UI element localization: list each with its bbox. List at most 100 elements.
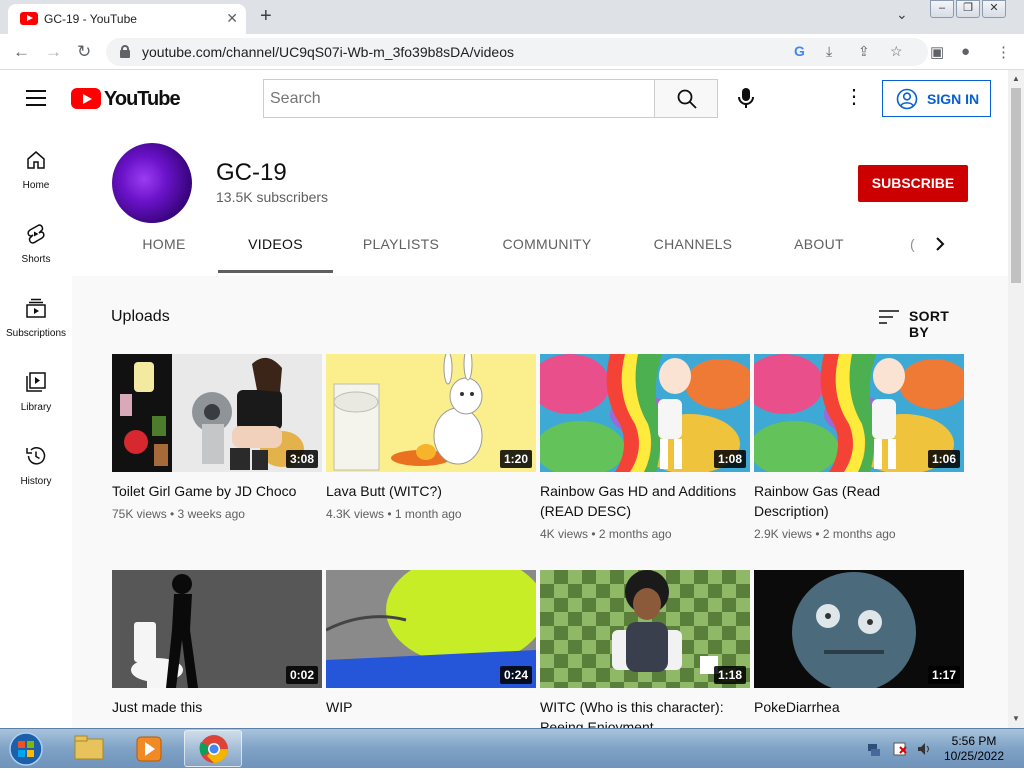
guide-sidebar: Home Shorts Subscriptions Library Histor… [0, 126, 72, 728]
install-app-icon[interactable]: ⤓ [826, 43, 832, 60]
side-panel-icon[interactable]: ▣ [930, 43, 944, 61]
subscriptions-icon [26, 298, 46, 318]
video-title[interactable]: WIP [326, 697, 526, 717]
library-icon [26, 372, 46, 392]
reload-icon[interactable]: ↻ [77, 42, 91, 62]
channel-avatar[interactable] [112, 143, 192, 223]
tab-search-partial[interactable]: ( [910, 220, 918, 268]
video-thumbnail[interactable]: 1:18 [540, 570, 750, 688]
video-thumbnail[interactable]: 1:17 [754, 570, 964, 688]
restore-button[interactable]: ❐ [956, 0, 980, 18]
taskbar-media-player[interactable] [120, 730, 178, 767]
page-scrollbar[interactable]: ▲ ▼ [1008, 70, 1024, 728]
masthead: YouTube ⋮ SIGN IN [0, 70, 1008, 126]
volume-icon[interactable] [916, 741, 932, 757]
start-button[interactable] [6, 731, 46, 767]
video-duration: 0:02 [285, 666, 318, 684]
address-bar[interactable]: youtube.com/channel/UC9qS07i-Wb-m_3fo39b… [106, 38, 928, 66]
minimize-button[interactable]: – [930, 0, 954, 18]
video-metadata: 75K views • 3 weeks ago [112, 507, 245, 521]
google-lens-icon[interactable]: G [794, 43, 805, 59]
lock-icon[interactable] [120, 45, 130, 58]
logo-text: YouTube [104, 88, 181, 110]
video-title[interactable]: PokeDiarrhea [754, 697, 954, 717]
video-item[interactable]: 1:08 Rainbow Gas HD and Additions (READ … [540, 354, 750, 541]
profile-icon[interactable]: ● [961, 43, 970, 60]
tab-title: GC-19 - YouTube [44, 12, 137, 26]
browser-tab[interactable]: GC-19 - YouTube ✕ [8, 4, 246, 34]
scroll-down-icon[interactable]: ▼ [1008, 714, 1024, 723]
video-item[interactable]: 0:02 Just made this [112, 570, 322, 717]
account-circle-icon [896, 88, 918, 110]
guide-item-shorts[interactable]: Shorts [0, 222, 72, 296]
video-metadata: 2.9K views • 2 months ago [754, 527, 896, 541]
settings-more-icon[interactable]: ⋮ [843, 87, 865, 109]
video-title[interactable]: Just made this [112, 697, 312, 717]
video-duration: 0:24 [499, 666, 532, 684]
tab-about[interactable]: ABOUT [780, 220, 858, 273]
uploads-heading: Uploads [111, 308, 170, 325]
search-box [263, 79, 655, 118]
voice-search-button[interactable] [730, 82, 762, 114]
media-player-icon [136, 736, 162, 762]
guide-item-subscriptions[interactable]: Subscriptions [0, 296, 72, 370]
video-item[interactable]: 1:17 PokeDiarrhea [754, 570, 964, 717]
guide-menu-icon[interactable] [26, 90, 46, 106]
taskbar-explorer[interactable] [60, 730, 118, 767]
forward-arrow-icon[interactable]: → [45, 42, 62, 62]
video-title[interactable]: WITC (Who is this character): Peeing Enj… [540, 697, 740, 728]
share-icon[interactable]: ⇪ [858, 43, 870, 60]
new-tab-button[interactable]: + [260, 5, 272, 28]
url-text[interactable]: youtube.com/channel/UC9qS07i-Wb-m_3fo39b… [142, 44, 514, 60]
video-item[interactable]: 1:18 WITC (Who is this character): Peein… [540, 570, 750, 728]
video-thumbnail[interactable]: 1:08 [540, 354, 750, 472]
shorts-icon [27, 224, 45, 244]
guide-label: Library [20, 402, 52, 413]
video-title[interactable]: Rainbow Gas (Read Description) [754, 481, 954, 521]
sort-by-button[interactable]: SORT BY [878, 306, 970, 340]
search-button[interactable] [654, 79, 718, 118]
tab-community[interactable]: COMMUNITY [488, 220, 606, 273]
chrome-menu-icon[interactable]: ⋮ [996, 43, 1011, 61]
video-thumbnail[interactable]: 3:08 [112, 354, 322, 472]
video-duration: 1:06 [927, 450, 960, 468]
taskbar-chrome[interactable] [184, 730, 242, 767]
video-thumbnail[interactable]: 1:06 [754, 354, 964, 472]
guide-item-history[interactable]: History [0, 444, 72, 518]
scroll-up-icon[interactable]: ▲ [1008, 74, 1024, 83]
video-item[interactable]: 1:06 Rainbow Gas (Read Description) 2.9K… [754, 354, 964, 541]
back-arrow-icon[interactable]: ← [13, 42, 30, 62]
chevron-right-icon[interactable] [928, 232, 952, 256]
guide-label: Home [22, 180, 50, 191]
video-duration: 1:17 [927, 666, 960, 684]
tab-close-icon[interactable]: ✕ [226, 10, 238, 27]
video-item[interactable]: 1:20 Lava Butt (WITC?) 4.3K views • 1 mo… [326, 354, 536, 521]
scrollbar-thumb[interactable] [1011, 88, 1021, 283]
sign-in-button[interactable]: SIGN IN [882, 80, 991, 117]
youtube-favicon-icon [20, 12, 38, 25]
video-thumbnail[interactable]: 0:02 [112, 570, 322, 688]
guide-item-home[interactable]: Home [0, 148, 72, 222]
close-window-button[interactable]: ✕ [982, 0, 1006, 18]
guide-item-library[interactable]: Library [0, 370, 72, 444]
video-thumbnail[interactable]: 1:20 [326, 354, 536, 472]
tab-playlists[interactable]: PLAYLISTS [348, 220, 454, 273]
video-duration: 1:20 [499, 450, 532, 468]
tab-search-chevron-icon[interactable]: ⌄ [896, 6, 908, 23]
tab-home[interactable]: HOME [126, 220, 202, 273]
tab-videos[interactable]: VIDEOS [218, 220, 333, 273]
tab-channels[interactable]: CHANNELS [642, 220, 744, 273]
network-icon[interactable] [866, 741, 882, 757]
video-title[interactable]: Lava Butt (WITC?) [326, 481, 526, 501]
youtube-play-icon [71, 88, 101, 109]
action-center-icon[interactable] [892, 741, 908, 757]
subscribe-button[interactable]: SUBSCRIBE [858, 165, 968, 202]
taskbar-clock[interactable]: 5:56 PM 10/25/2022 [940, 734, 1008, 764]
video-item[interactable]: 0:24 WIP [326, 570, 536, 717]
search-input[interactable] [264, 80, 654, 117]
video-title[interactable]: Rainbow Gas HD and Additions (READ DESC) [540, 481, 740, 521]
video-thumbnail[interactable]: 0:24 [326, 570, 536, 688]
video-title[interactable]: Toilet Girl Game by JD Choco [112, 481, 312, 501]
video-item[interactable]: 3:08 Toilet Girl Game by JD Choco 75K vi… [112, 354, 322, 521]
bookmark-star-icon[interactable]: ☆ [890, 43, 903, 60]
